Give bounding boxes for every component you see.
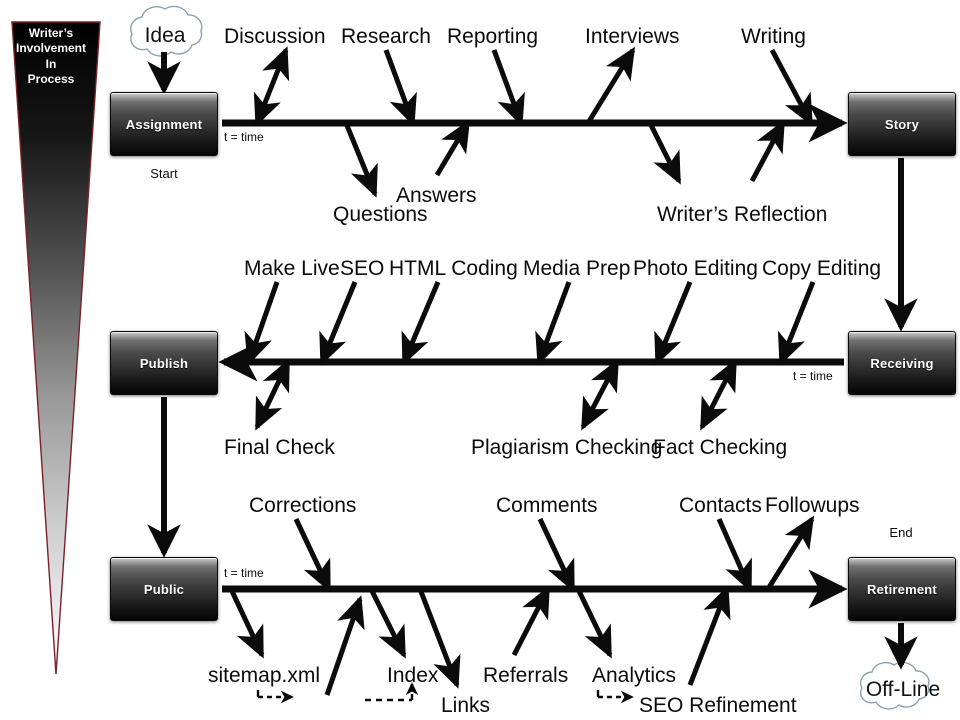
process-box-label: Assignment bbox=[125, 116, 203, 132]
bone-HTML Coding bbox=[401, 281, 441, 366]
bone-Make Live bbox=[244, 281, 280, 366]
bone-label-questions: Questions bbox=[333, 203, 428, 226]
bone-SEO Refinement bbox=[687, 585, 731, 686]
bone-Corrections bbox=[293, 517, 332, 593]
idea-cloud-label: Idea bbox=[144, 24, 186, 47]
bone-Discussion bbox=[253, 46, 290, 127]
bone-Comments bbox=[537, 517, 576, 593]
bone-label-writing: Writing bbox=[741, 25, 806, 48]
process-box-label: Receiving bbox=[870, 355, 934, 371]
bone-label-analytics: Analytics bbox=[592, 664, 677, 687]
process-box-publish[interactable]: Publish bbox=[110, 331, 218, 395]
bone-label-comments: Comments bbox=[496, 494, 598, 517]
bone-label-make-live: Make Live bbox=[244, 257, 340, 280]
start-label: Start bbox=[150, 166, 178, 181]
fishbone-diagram-canvas: Writer’s Involvement In Process Assignment S… bbox=[0, 0, 960, 720]
bone-Referrals bbox=[511, 585, 551, 657]
bone-label-corrections: Corrections bbox=[249, 494, 357, 517]
process-box-public[interactable]: Public bbox=[110, 557, 218, 621]
bone-label-discussion: Discussion bbox=[224, 25, 326, 48]
bone-label-sitemap-xml: sitemap.xml bbox=[208, 664, 321, 687]
bone-Reporting bbox=[491, 49, 525, 127]
bone-label-seo: SEO bbox=[340, 257, 385, 280]
bone-label-referrals: Referrals bbox=[483, 664, 569, 687]
time-label: t = time bbox=[224, 130, 264, 144]
bone-extra-row-assignment-to-story-0 bbox=[647, 121, 682, 185]
process-box-retirement[interactable]: Retirement bbox=[848, 557, 956, 621]
bone-label-plagiarism-checking: Plagiarism Checking bbox=[471, 436, 663, 459]
time-label: t = time bbox=[224, 566, 264, 580]
bone-Contacts bbox=[716, 517, 753, 593]
bone-Followups bbox=[765, 515, 815, 591]
bone-label-interviews: Interviews bbox=[585, 25, 680, 48]
bone-Media Prep bbox=[535, 281, 572, 366]
bone-extra-row-public-to-retirement-0 bbox=[324, 595, 365, 696]
bone-label-media-prep: Media Prep bbox=[523, 257, 631, 280]
bone-label-html-coding: HTML Coding bbox=[389, 257, 518, 280]
bone-Index bbox=[368, 587, 407, 659]
bone-label-research: Research bbox=[341, 25, 431, 48]
bone-Plagiarism Checking bbox=[580, 358, 620, 431]
bone-Analytics bbox=[575, 587, 613, 659]
time-label: t = time bbox=[793, 369, 833, 383]
process-box-label: Public bbox=[143, 581, 185, 597]
bone-label-answers: Answers bbox=[396, 184, 477, 207]
bone-Copy Editing bbox=[777, 281, 816, 366]
process-box-receiving[interactable]: Receiving bbox=[848, 331, 956, 395]
bone-Writing bbox=[769, 48, 814, 127]
process-box-story[interactable]: Story bbox=[848, 92, 956, 156]
bone-label-contacts: Contacts bbox=[679, 494, 762, 517]
process-box-label: Publish bbox=[139, 355, 189, 371]
bone-Interviews bbox=[585, 46, 636, 125]
bone-extra-row-assignment-to-story-1 bbox=[749, 119, 786, 183]
bone-label-photo-editing: Photo Editing bbox=[633, 257, 758, 280]
bone-label-followups: Followups bbox=[765, 494, 860, 517]
bone-SEO bbox=[319, 281, 358, 366]
bone-Final Check bbox=[254, 358, 291, 431]
writer-involvement-wedge bbox=[11, 21, 101, 675]
bone-sitemap.xml bbox=[228, 587, 265, 659]
bone-label-reporting: Reporting bbox=[447, 25, 539, 48]
process-box-label: Story bbox=[884, 116, 920, 132]
bone-Research bbox=[383, 49, 417, 127]
process-box-assignment[interactable]: Assignment bbox=[110, 92, 218, 156]
bone-label-copy-editing: Copy Editing bbox=[762, 257, 882, 280]
end-label: End bbox=[889, 525, 913, 540]
bone-label-links: Links bbox=[441, 694, 491, 717]
bone-Questions bbox=[343, 122, 378, 198]
bone-label-final-check: Final Check bbox=[224, 436, 335, 459]
bone-label-writer’s-reflection: Writer’s Reflection bbox=[657, 203, 828, 226]
process-box-label: Retirement bbox=[867, 581, 937, 597]
bone-Photo Editing bbox=[654, 281, 693, 366]
offline-cloud-label: Off-Line bbox=[865, 678, 941, 701]
bone-Answers bbox=[434, 119, 471, 177]
bone-Fact Checking bbox=[699, 358, 738, 431]
bone-label-fact-checking: Fact Checking bbox=[653, 436, 788, 459]
bone-label-seo-refinement: SEO Refinement bbox=[639, 694, 797, 717]
bone-label-index: Index bbox=[387, 664, 439, 687]
